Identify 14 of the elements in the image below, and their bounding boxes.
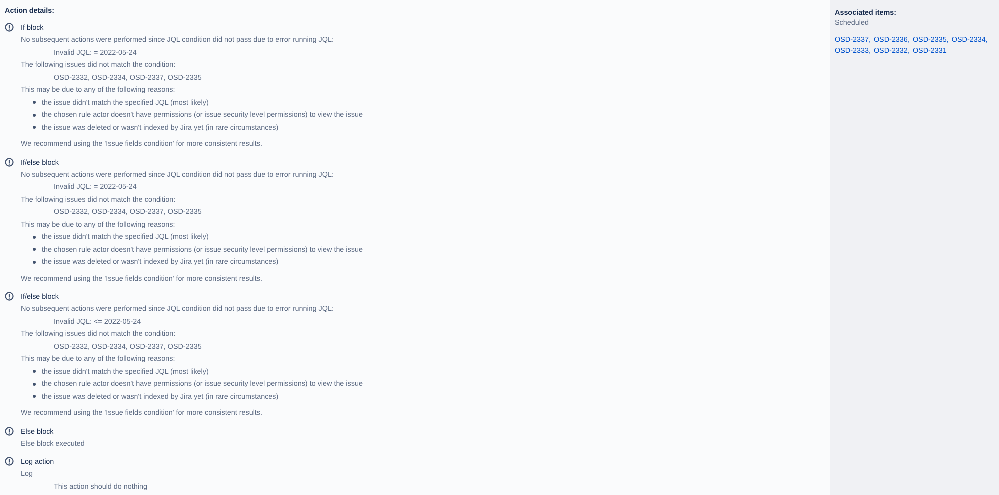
info-icon	[5, 158, 14, 166]
bullet-icon	[33, 236, 36, 239]
info-icon	[5, 426, 14, 436]
info-icon	[5, 292, 14, 301]
bullet-icon	[33, 114, 36, 117]
info-icon	[5, 457, 14, 466]
bullet-icon	[33, 248, 36, 252]
bullet-icon	[33, 126, 36, 130]
info-icon	[5, 23, 14, 32]
bullet-icon	[33, 101, 36, 104]
bullet-icon	[33, 382, 36, 386]
bullet-icon	[33, 395, 36, 398]
bullet-icon	[33, 370, 36, 374]
bullet-icon	[33, 260, 36, 264]
